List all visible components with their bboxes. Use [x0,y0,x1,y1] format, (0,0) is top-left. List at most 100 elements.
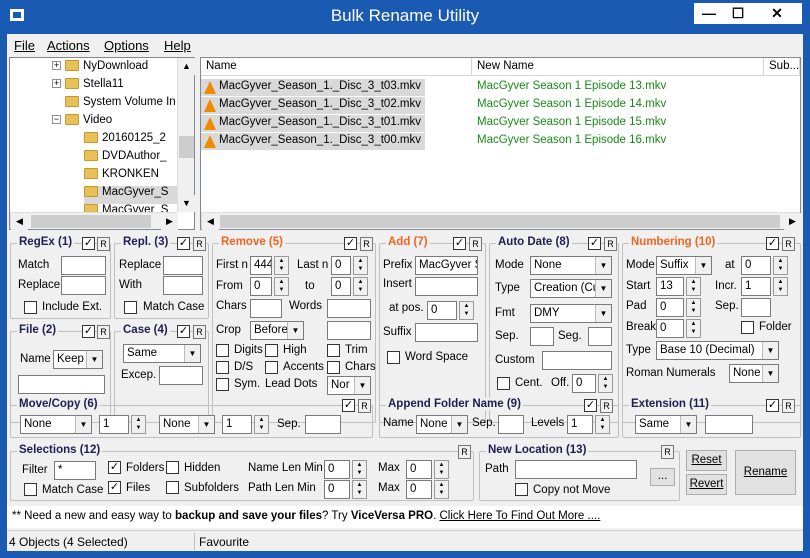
first-n-spinner[interactable]: ▲ ▼ [274,256,289,275]
last-n-spinner[interactable]: ▲ ▼ [353,256,368,275]
appendfolder-levels-spinner[interactable]: ▲ ▼ [595,415,610,434]
autodate-sep-input[interactable] [530,327,554,346]
expand-icon[interactable]: + [52,79,61,89]
match-case-checkbox[interactable] [24,483,37,496]
path-len-min-spinner[interactable]: ▲ ▼ [352,480,367,499]
autodate-fmt-dropdown[interactable]: DMY ▼ [530,304,612,323]
appendfolder-enable-checkbox[interactable]: ✓ [584,399,597,412]
close-button[interactable]: ✕ [752,3,802,24]
sym-checkbox[interactable] [216,378,229,391]
copy-not-move-checkbox[interactable] [515,483,528,496]
scroll-down-icon[interactable]: ▼ [178,195,195,212]
file-row[interactable]: MacGyver_Season_1._Disc_3_t00.mkv MacGyv… [201,133,800,151]
column-header-sub[interactable]: Sub... [764,58,800,76]
movecopy-count-1[interactable]: 1 [99,415,129,434]
maximize-button[interactable]: ☐ [723,3,753,24]
tree-item[interactable]: DVDAuthor_ [84,150,167,168]
appendfolder-reset-button[interactable]: R [600,399,613,413]
autodate-reset-button[interactable]: R [604,237,617,251]
name-len-max-input[interactable]: 0 [406,460,432,479]
crop-dropdown[interactable]: Before ▼ [250,321,304,340]
tree-hscrollbar[interactable]: ◀ ▶ [10,212,178,230]
case-enable-checkbox[interactable]: ✓ [177,325,190,338]
movecopy-spinner-1[interactable]: ▲ ▼ [131,415,146,434]
menu-file[interactable]: File [14,38,35,53]
subfolders-checkbox[interactable] [166,481,179,494]
newlocation-reset-button[interactable]: R [661,445,674,459]
chars-checkbox[interactable] [327,361,340,374]
insert-input[interactable] [415,277,478,296]
case-dropdown[interactable]: Same ▼ [123,344,201,363]
repl-match-case-checkbox[interactable] [124,301,137,314]
filter-input[interactable]: * [54,461,96,480]
add-enable-checkbox[interactable]: ✓ [453,237,466,250]
menu-actions[interactable]: Actions [47,38,90,53]
add-reset-button[interactable]: R [469,237,482,251]
regex-match-input[interactable] [61,256,106,275]
cent-checkbox[interactable] [497,377,510,390]
numbering-sep-input[interactable] [741,298,771,317]
numbering-incr-spinner[interactable]: ▲ ▼ [773,277,788,296]
words-input[interactable] [327,299,371,318]
tree-item[interactable]: System Volume In [65,96,176,114]
extension-enable-checkbox[interactable]: ✓ [766,399,779,412]
regex-enable-checkbox[interactable]: ✓ [82,237,95,250]
lead-dots-dropdown[interactable]: Nor ▼ [327,376,371,395]
autodate-mode-dropdown[interactable]: None ▼ [530,256,612,275]
tree-item-selected[interactable]: MacGyver_S [84,186,178,204]
name-len-min-spinner[interactable]: ▲ ▼ [352,460,367,479]
files-checkbox[interactable]: ✓ [108,481,121,494]
scroll-left-icon[interactable]: ◀ [202,213,219,230]
word-space-checkbox[interactable] [387,351,400,364]
autodate-seg-input[interactable] [588,327,612,346]
roman-numerals-dropdown[interactable]: None ▼ [729,364,779,383]
at-pos-spinner[interactable]: ▲ ▼ [459,301,474,320]
tree-vscrollbar[interactable]: ▲ ▼ [177,58,195,212]
extension-dropdown[interactable]: Same ▼ [635,415,697,434]
appendfolder-name-dropdown[interactable]: None ▼ [416,415,468,434]
last-n-input[interactable]: 0 [331,256,351,275]
numbering-at-input[interactable]: 0 [741,256,771,275]
repl-reset-button[interactable]: R [193,237,206,251]
expand-icon[interactable]: + [52,61,61,71]
file-reset-button[interactable]: R [97,325,110,339]
name-len-min-input[interactable]: 0 [324,460,350,479]
remove-reset-button[interactable]: R [360,237,373,251]
numbering-mode-dropdown[interactable]: Suffix ▼ [656,256,712,275]
selections-reset-button[interactable]: R [458,445,471,459]
numbering-folder-checkbox[interactable] [741,321,754,334]
repl-replace-input[interactable] [163,256,203,275]
autodate-type-dropdown[interactable]: Creation (Cur ▼ [530,279,612,298]
movecopy-spinner-2[interactable]: ▲ ▼ [254,415,269,434]
tree-item[interactable]: + Stella11 [52,78,124,96]
autodate-enable-checkbox[interactable]: ✓ [588,237,601,250]
hidden-checkbox[interactable] [166,461,179,474]
numbering-enable-checkbox[interactable]: ✓ [766,237,779,250]
file-row[interactable]: MacGyver_Season_1._Disc_3_t01.mkv MacGyv… [201,115,800,133]
case-excep-input[interactable] [159,366,203,385]
numbering-start-spinner[interactable]: ▲ ▼ [686,277,701,296]
numbering-pad-spinner[interactable]: ▲ ▼ [686,298,701,317]
browse-button[interactable]: ... [650,468,675,486]
digits-checkbox[interactable] [216,344,229,357]
repl-enable-checkbox[interactable]: ✓ [177,237,190,250]
include-ext-checkbox[interactable] [24,301,37,314]
regex-replace-input[interactable] [61,276,106,295]
scroll-thumb[interactable] [31,215,151,228]
movecopy-count-2[interactable]: 1 [222,415,252,434]
scroll-thumb[interactable] [179,136,194,158]
scroll-thumb[interactable] [220,215,780,228]
tree-item[interactable]: KRONKEN [84,168,159,186]
scroll-right-icon[interactable]: ▶ [161,213,178,230]
newlocation-path-input[interactable] [515,460,637,479]
name-len-max-spinner[interactable]: ▲ ▼ [434,460,449,479]
extension-input[interactable] [705,415,753,434]
numbering-type-dropdown[interactable]: Base 10 (Decimal) ▼ [656,341,779,360]
tree-item[interactable]: − Video [52,114,112,132]
scroll-right-icon[interactable]: ▶ [784,213,801,230]
appendfolder-sep-input[interactable] [498,415,524,434]
numbering-at-spinner[interactable]: ▲ ▼ [773,256,788,275]
minimize-button[interactable]: — [694,3,724,24]
remove-enable-checkbox[interactable]: ✓ [344,237,357,250]
column-header-new-name[interactable]: New Name [472,58,764,76]
